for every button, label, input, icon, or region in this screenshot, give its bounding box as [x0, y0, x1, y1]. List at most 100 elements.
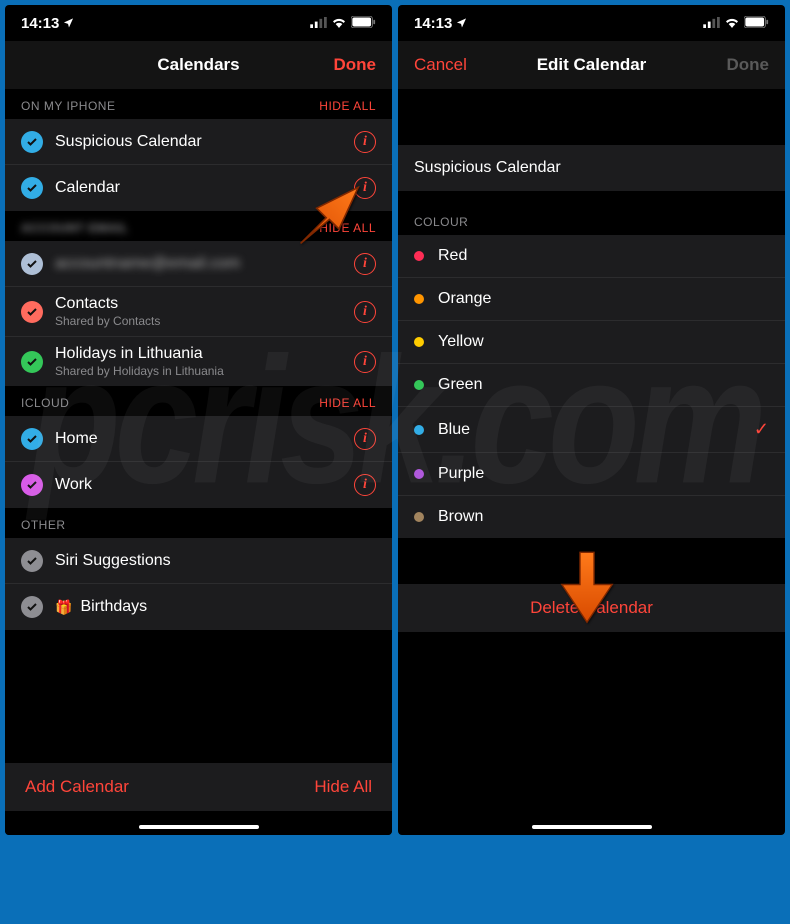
- checkbox-icon[interactable]: [21, 351, 43, 373]
- colour-dot-icon: [414, 380, 424, 390]
- phone-edit-calendar: 14:13 Cancel Edit Calendar Done Suspicio…: [398, 5, 785, 835]
- spacer: [5, 630, 392, 658]
- calendar-label: Work: [55, 476, 342, 494]
- colour-row[interactable]: Yellow: [398, 321, 785, 364]
- add-calendar-button[interactable]: Add Calendar: [25, 777, 129, 797]
- colour-row[interactable]: Green: [398, 364, 785, 407]
- colour-label: Red: [438, 247, 467, 265]
- done-button-disabled: Done: [727, 55, 770, 75]
- colour-label: Green: [438, 376, 482, 394]
- colour-dot-icon: [414, 512, 424, 522]
- info-icon[interactable]: i: [354, 351, 376, 373]
- nav-bar: Calendars Done: [5, 41, 392, 89]
- calendar-label: Contacts: [55, 295, 342, 313]
- colour-row[interactable]: Orange: [398, 278, 785, 321]
- calendar-row[interactable]: Holidays in LithuaniaShared by Holidays …: [5, 337, 392, 386]
- info-icon[interactable]: i: [354, 474, 376, 496]
- wifi-icon: [331, 15, 347, 32]
- checkbox-icon[interactable]: [21, 301, 43, 323]
- checkbox-icon[interactable]: [21, 253, 43, 275]
- colour-dot-icon: [414, 469, 424, 479]
- calendar-label: Suspicious Calendar: [55, 133, 342, 151]
- status-time: 14:13: [414, 15, 452, 32]
- battery-icon: [744, 15, 769, 32]
- status-bar: 14:13: [398, 5, 785, 41]
- calendar-label: Birthdays: [80, 598, 376, 616]
- calendar-row[interactable]: ContactsShared by Contacts i: [5, 287, 392, 337]
- bottom-pad: [5, 811, 392, 835]
- checkbox-icon[interactable]: [21, 474, 43, 496]
- colour-label: Blue: [438, 421, 470, 439]
- location-icon: [456, 15, 467, 32]
- colour-label: Brown: [438, 508, 483, 526]
- checkbox-icon[interactable]: [21, 177, 43, 199]
- label-wrap: Siri Suggestions: [55, 552, 376, 570]
- info-icon[interactable]: i: [354, 428, 376, 450]
- footer-row: Add Calendar Hide All: [5, 763, 392, 811]
- calendar-name-field[interactable]: Suspicious Calendar: [398, 145, 785, 191]
- colour-row[interactable]: Blue ✓: [398, 407, 785, 453]
- section-header: OTHER: [5, 508, 392, 538]
- status-bar: 14:13: [5, 5, 392, 41]
- gap: [398, 89, 785, 125]
- signal-icon: [310, 15, 327, 32]
- info-icon[interactable]: i: [354, 131, 376, 153]
- checkbox-icon[interactable]: [21, 550, 43, 572]
- checkbox-icon[interactable]: [21, 428, 43, 450]
- calendar-sublabel: Shared by Holidays in Lithuania: [55, 364, 342, 378]
- section-title: ACCOUNT EMAIL: [21, 221, 128, 235]
- section-header: ON MY IPHONE HIDE ALL: [5, 89, 392, 119]
- annotation-arrow-info: [291, 173, 371, 258]
- hide-all-button[interactable]: Hide All: [314, 777, 372, 797]
- label-wrap: Work: [55, 476, 342, 494]
- label-wrap: Birthdays: [80, 598, 376, 616]
- done-button[interactable]: Done: [334, 55, 377, 75]
- checkbox-icon[interactable]: [21, 131, 43, 153]
- label-wrap: ContactsShared by Contacts: [55, 295, 342, 328]
- checkbox-icon[interactable]: [21, 596, 43, 618]
- section-title: ICLOUD: [21, 396, 69, 410]
- calendar-label: Siri Suggestions: [55, 552, 376, 570]
- home-indicator[interactable]: [139, 825, 259, 829]
- gap: [398, 125, 785, 145]
- calendar-row[interactable]: 🎁 Birthdays: [5, 584, 392, 630]
- section-title: COLOUR: [414, 215, 468, 229]
- calendar-sublabel: Shared by Contacts: [55, 314, 342, 328]
- calendar-row[interactable]: Siri Suggestions: [5, 538, 392, 584]
- colour-row[interactable]: Brown: [398, 496, 785, 538]
- hide-all-link[interactable]: HIDE ALL: [319, 396, 376, 410]
- gift-icon: 🎁: [55, 599, 72, 616]
- phone-calendars: 14:13 Calendars Done ON MY IPHONE HIDE AL…: [5, 5, 392, 835]
- colour-label: Purple: [438, 465, 484, 483]
- calendar-label: Holidays in Lithuania: [55, 345, 342, 363]
- checkmark-icon: ✓: [754, 419, 769, 440]
- cancel-button[interactable]: Cancel: [414, 55, 467, 75]
- colour-dot-icon: [414, 294, 424, 304]
- colour-row[interactable]: Red: [398, 235, 785, 278]
- section-header-colour: COLOUR: [398, 191, 785, 235]
- home-indicator[interactable]: [532, 825, 652, 829]
- label-wrap: Home: [55, 430, 342, 448]
- colour-row[interactable]: Purple: [398, 453, 785, 496]
- colour-dot-icon: [414, 337, 424, 347]
- section-title: ON MY IPHONE: [21, 99, 115, 113]
- calendar-row[interactable]: Worki: [5, 462, 392, 508]
- info-icon[interactable]: i: [354, 301, 376, 323]
- section-header: ICLOUD HIDE ALL: [5, 386, 392, 416]
- section-title: OTHER: [21, 518, 66, 532]
- wifi-icon: [724, 15, 740, 32]
- status-time: 14:13: [21, 15, 59, 32]
- location-icon: [63, 15, 74, 32]
- nav-bar: Cancel Edit Calendar Done: [398, 41, 785, 89]
- calendar-row[interactable]: Homei: [5, 416, 392, 462]
- hide-all-link[interactable]: HIDE ALL: [319, 99, 376, 113]
- signal-icon: [703, 15, 720, 32]
- label-wrap: Suspicious Calendar: [55, 133, 342, 151]
- colour-dot-icon: [414, 251, 424, 261]
- calendar-label: Home: [55, 430, 342, 448]
- colour-label: Yellow: [438, 333, 484, 351]
- battery-icon: [351, 15, 376, 32]
- colour-label: Orange: [438, 290, 491, 308]
- calendar-row[interactable]: Suspicious Calendar i: [5, 119, 392, 165]
- label-wrap: Holidays in LithuaniaShared by Holidays …: [55, 345, 342, 378]
